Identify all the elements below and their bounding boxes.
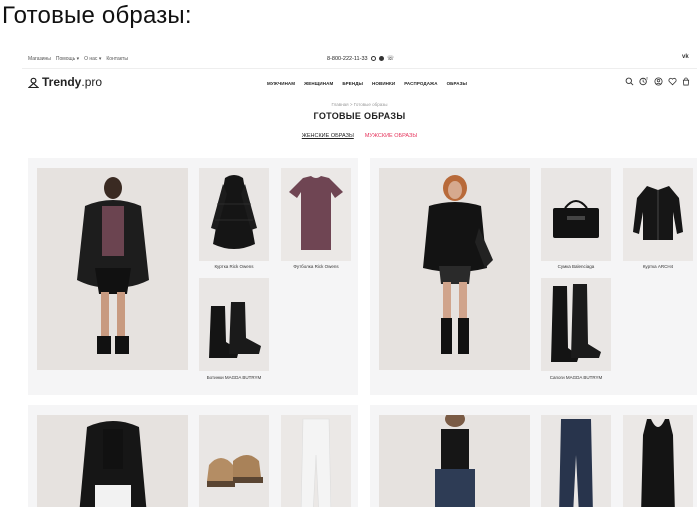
look-card-2[interactable]: Сумка Balenciaga Куртка ARCH4 Сапоги MAG… [370,158,697,395]
look-1-boots-label[interactable]: Ботинки MAGDA BUTRYM [199,375,269,380]
header-icons: 0 [625,77,690,86]
nav-looks[interactable]: ОБРАЗЫ [447,81,467,86]
compare-icon[interactable]: 0 [639,77,649,86]
person-logo-icon [28,77,39,88]
look-1-model-photo[interactable] [37,168,188,370]
website-screenshot: Магазины Помощь ▾ О нас ▾ Контакты 8-800… [22,50,697,507]
look-4-jeans-photo[interactable] [541,415,611,507]
look-1-tshirt-label[interactable]: Футболка Rick Owens [281,264,351,269]
telegram-icon[interactable] [378,56,384,61]
look-2-bag-photo[interactable] [541,168,611,261]
utility-link-about[interactable]: О нас ▾ [84,56,101,62]
breadcrumb[interactable]: Главная > Готовые образы [22,102,697,107]
svg-text:0: 0 [646,77,648,81]
look-1-jacket-photo[interactable] [199,168,269,261]
whatsapp-icon[interactable] [370,56,376,61]
main-nav: МУЖЧИНАМ ЖЕНЩИНАМ БРЕНДЫ НОВИНКИ РАСПРОД… [267,81,467,86]
gender-tabs: ЖЕНСКИЕ ОБРАЗЫ МУЖСКИЕ ОБРАЗЫ [22,133,697,139]
screenshot-caption: Готовые образы: [2,2,192,29]
nav-new[interactable]: НОВИНКИ [372,81,395,86]
phone-number[interactable]: 8-800-222-11-33 [327,56,368,62]
utility-bar: Магазины Помощь ▾ О нас ▾ Контакты 8-800… [22,50,697,68]
cart-icon[interactable] [682,77,690,86]
look-2-jacket-label[interactable]: Куртка ARCH4 [623,264,693,269]
viber-icon[interactable]: ☏ [387,55,395,62]
tab-men-looks[interactable]: МУЖСКИЕ ОБРАЗЫ [365,133,417,139]
nav-brands[interactable]: БРЕНДЫ [342,81,363,86]
look-2-model-photo[interactable] [379,168,530,370]
tab-women-looks[interactable]: ЖЕНСКИЕ ОБРАЗЫ [302,133,354,139]
look-2-bag-label[interactable]: Сумка Balenciaga [541,264,611,269]
look-1-jacket-label[interactable]: Куртка Rick Owens [199,264,269,269]
logo-suffix: .pro [81,75,103,89]
site-logo[interactable]: Trendy.pro [28,75,102,89]
utility-link-help[interactable]: Помощь ▾ [56,56,79,62]
account-icon[interactable] [654,77,663,86]
nav-sale[interactable]: РАСПРОДАЖА [404,81,437,86]
utility-link-contacts[interactable]: Контакты [106,56,128,62]
header-divider [22,68,697,69]
look-3-model-photo[interactable] [37,415,188,507]
heart-icon[interactable] [668,77,677,86]
nav-men[interactable]: МУЖЧИНАМ [267,81,295,86]
look-card-4[interactable] [370,405,697,507]
nav-women[interactable]: ЖЕНЩИНАМ [304,81,333,86]
look-1-boots-photo[interactable] [199,278,269,371]
page-title: ГОТОВЫЕ ОБРАЗЫ [313,111,406,121]
search-icon[interactable] [625,77,634,86]
phone-block: 8-800-222-11-33 ☏ [327,55,395,63]
look-3-jeans-photo[interactable] [281,415,351,507]
look-4-tank-photo[interactable] [623,415,693,507]
look-4-model-photo[interactable] [379,415,530,507]
look-2-boots-label[interactable]: Сапоги MAGDA BUTRYM [541,375,611,380]
utility-links: Магазины Помощь ▾ О нас ▾ Контакты [28,56,128,62]
look-3-shoes-photo[interactable] [199,415,269,507]
vk-icon[interactable]: vk [682,54,689,60]
look-1-tshirt-photo[interactable] [281,168,351,261]
utility-link-stores[interactable]: Магазины [28,56,51,62]
logo-text: Trendy [42,75,82,89]
look-2-boots-photo[interactable] [541,278,611,371]
look-card-3[interactable] [28,405,358,507]
look-2-jacket-photo[interactable] [623,168,693,261]
look-card-1[interactable]: Куртка Rick Owens Футболка Rick Owens Бо… [28,158,358,395]
